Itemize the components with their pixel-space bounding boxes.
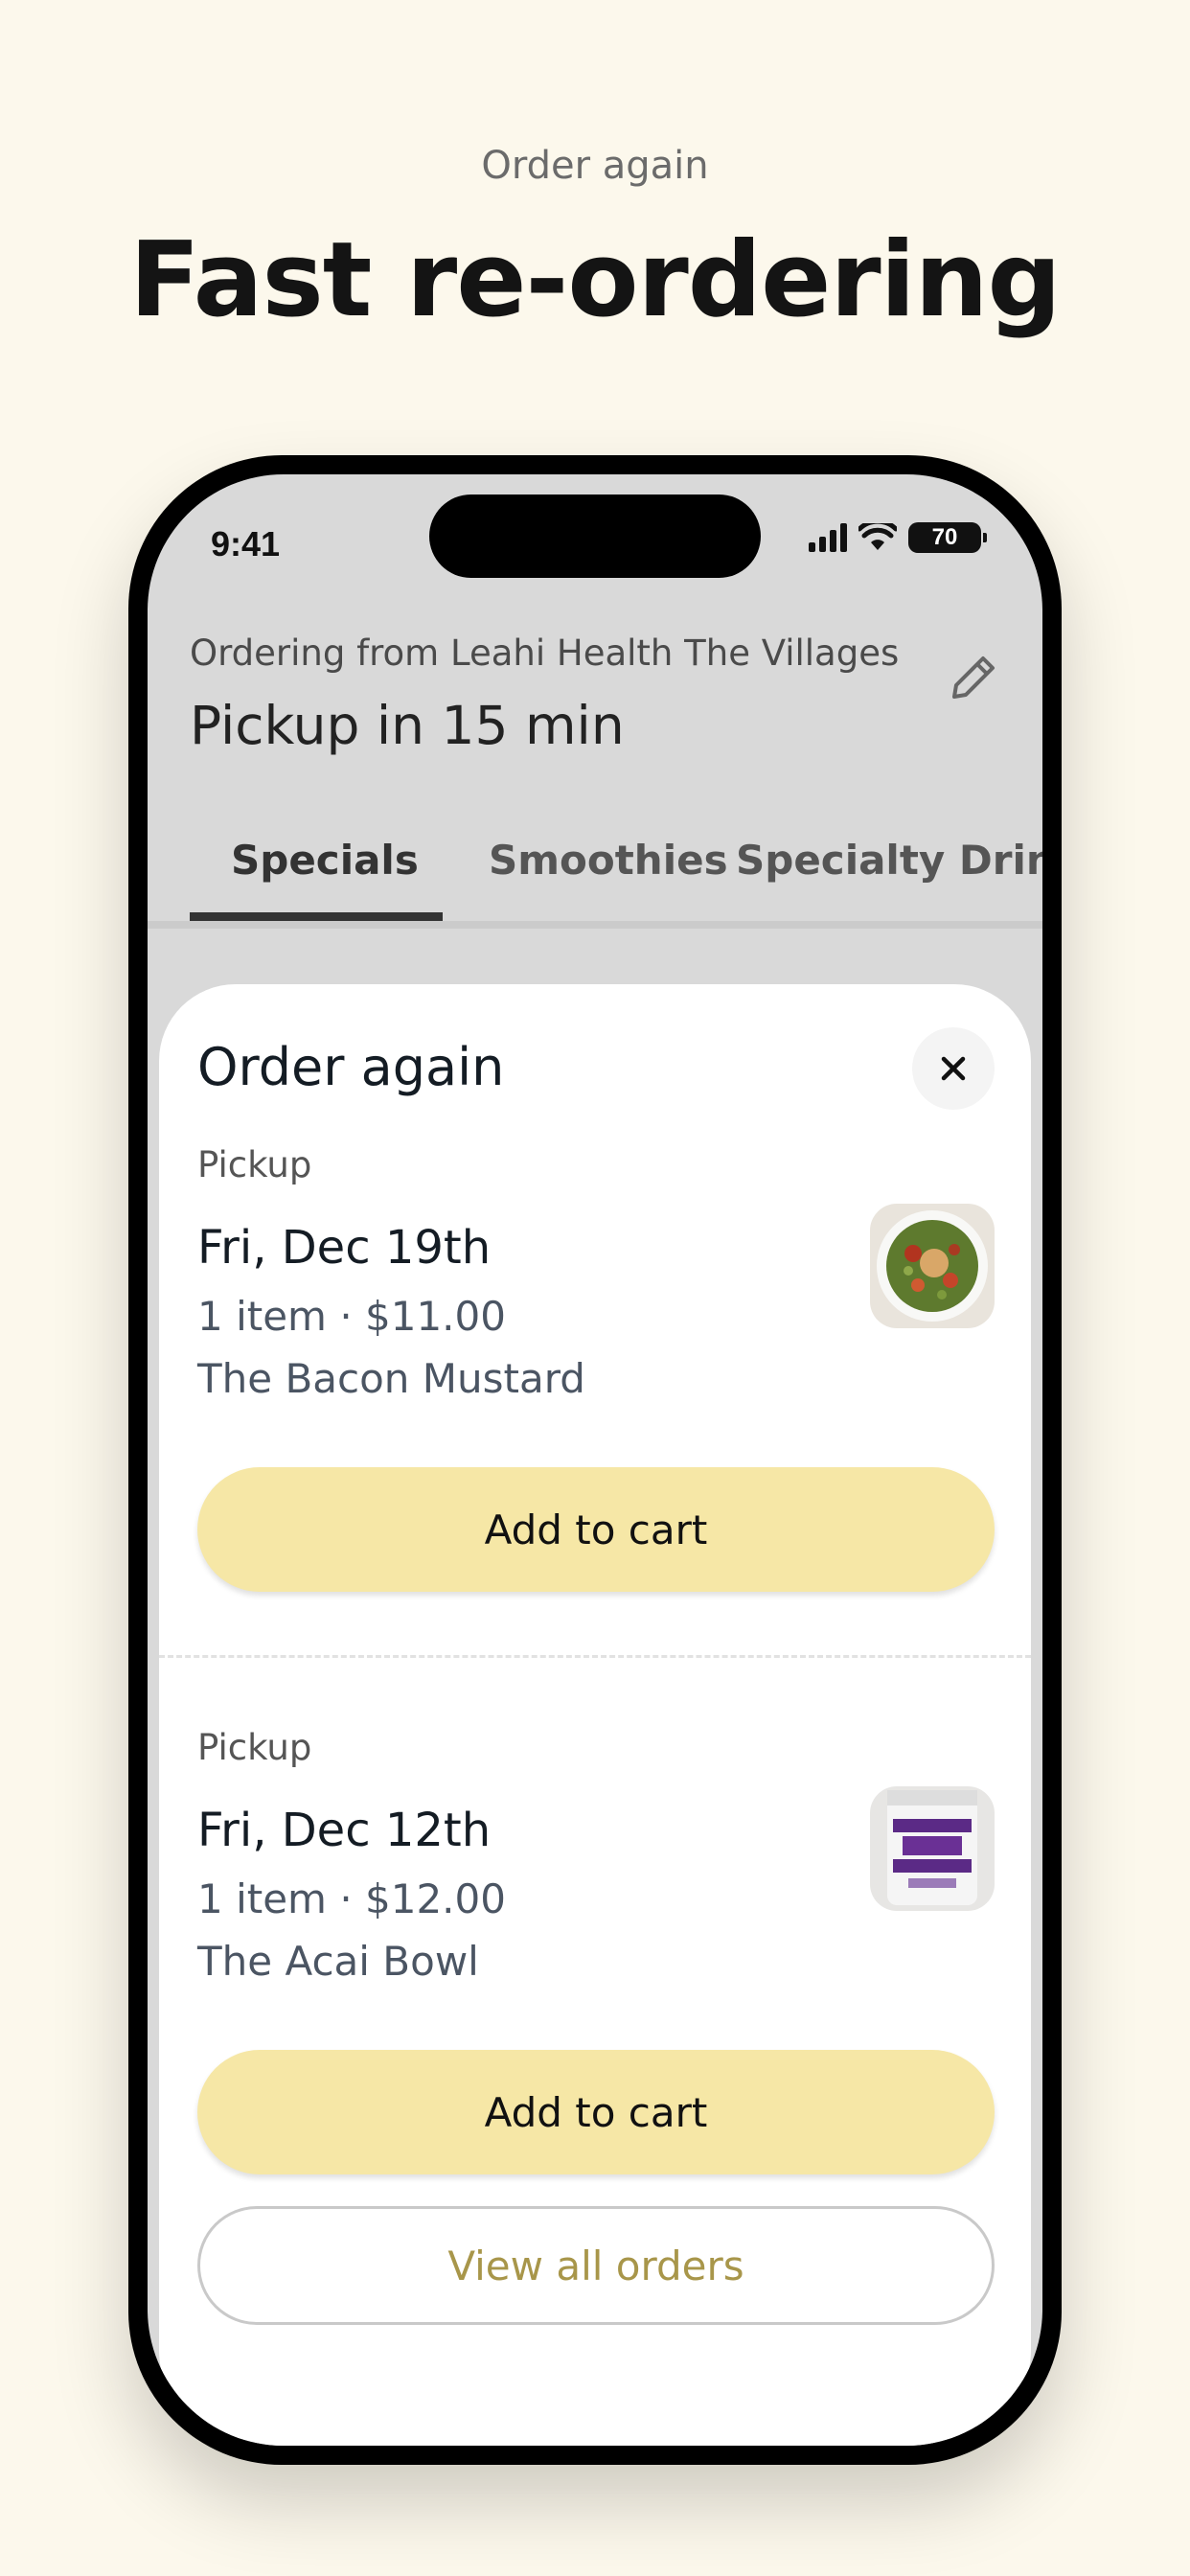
order-again-sheet: Order again Pickup Fri, Dec 19th 1 item … xyxy=(159,984,1031,2446)
phone-screen: 9:41 70 Ordering from Leahi Health The V… xyxy=(148,474,1042,2446)
order-divider xyxy=(159,1655,1031,1658)
order-summary: 1 item · $11.00 xyxy=(197,1293,506,1340)
promo-headline: Fast re-ordering xyxy=(129,220,1062,340)
promo-eyebrow: Order again xyxy=(481,144,709,188)
add-to-cart-button[interactable]: Add to cart xyxy=(197,1467,995,1592)
status-time: 9:41 xyxy=(211,524,281,564)
status-icons: 70 xyxy=(809,522,987,553)
tab-specialty-drinks[interactable]: Specialty Drinks xyxy=(736,837,1042,884)
order-thumbnail xyxy=(870,1204,995,1328)
order-method: Pickup xyxy=(197,1727,312,1768)
order-date: Fri, Dec 19th xyxy=(197,1221,492,1275)
acai-tub-image xyxy=(870,1786,995,1911)
ordering-location: Ordering from Leahi Health The Villages xyxy=(190,632,900,674)
sheet-title: Order again xyxy=(197,1037,505,1097)
close-button[interactable] xyxy=(912,1027,995,1110)
order-card: Pickup Fri, Dec 19th 1 item · $11.00 The… xyxy=(197,1144,995,1595)
wifi-icon xyxy=(858,523,897,550)
active-tab-indicator xyxy=(190,912,443,921)
tab-specials[interactable]: Specials xyxy=(231,837,419,884)
battery-icon: 70 xyxy=(908,522,987,553)
order-item-name: The Acai Bowl xyxy=(197,1938,479,1985)
close-icon xyxy=(941,1056,966,1081)
salad-bowl-image xyxy=(870,1204,995,1328)
order-summary: 1 item · $12.00 xyxy=(197,1875,506,1922)
tab-divider xyxy=(148,921,1042,929)
dynamic-island xyxy=(429,494,761,578)
order-method: Pickup xyxy=(197,1144,312,1185)
view-all-orders-button[interactable]: View all orders xyxy=(197,2206,995,2325)
order-item-name: The Bacon Mustard xyxy=(197,1355,585,1402)
pencil-icon[interactable] xyxy=(943,647,1004,708)
cellular-signal-icon xyxy=(809,523,847,552)
phone-frame: 9:41 70 Ordering from Leahi Health The V… xyxy=(128,455,1062,2465)
order-card: Pickup Fri, Dec 12th 1 item · $12.00 The… xyxy=(197,1727,995,2177)
pickup-time: Pickup in 15 min xyxy=(190,695,625,756)
order-date: Fri, Dec 12th xyxy=(197,1804,492,1857)
category-tabs: Specials Smoothies Specialty Drinks xyxy=(190,819,1042,921)
add-to-cart-button[interactable]: Add to cart xyxy=(197,2050,995,2174)
tab-smoothies[interactable]: Smoothies xyxy=(489,837,728,884)
order-thumbnail xyxy=(870,1786,995,1911)
